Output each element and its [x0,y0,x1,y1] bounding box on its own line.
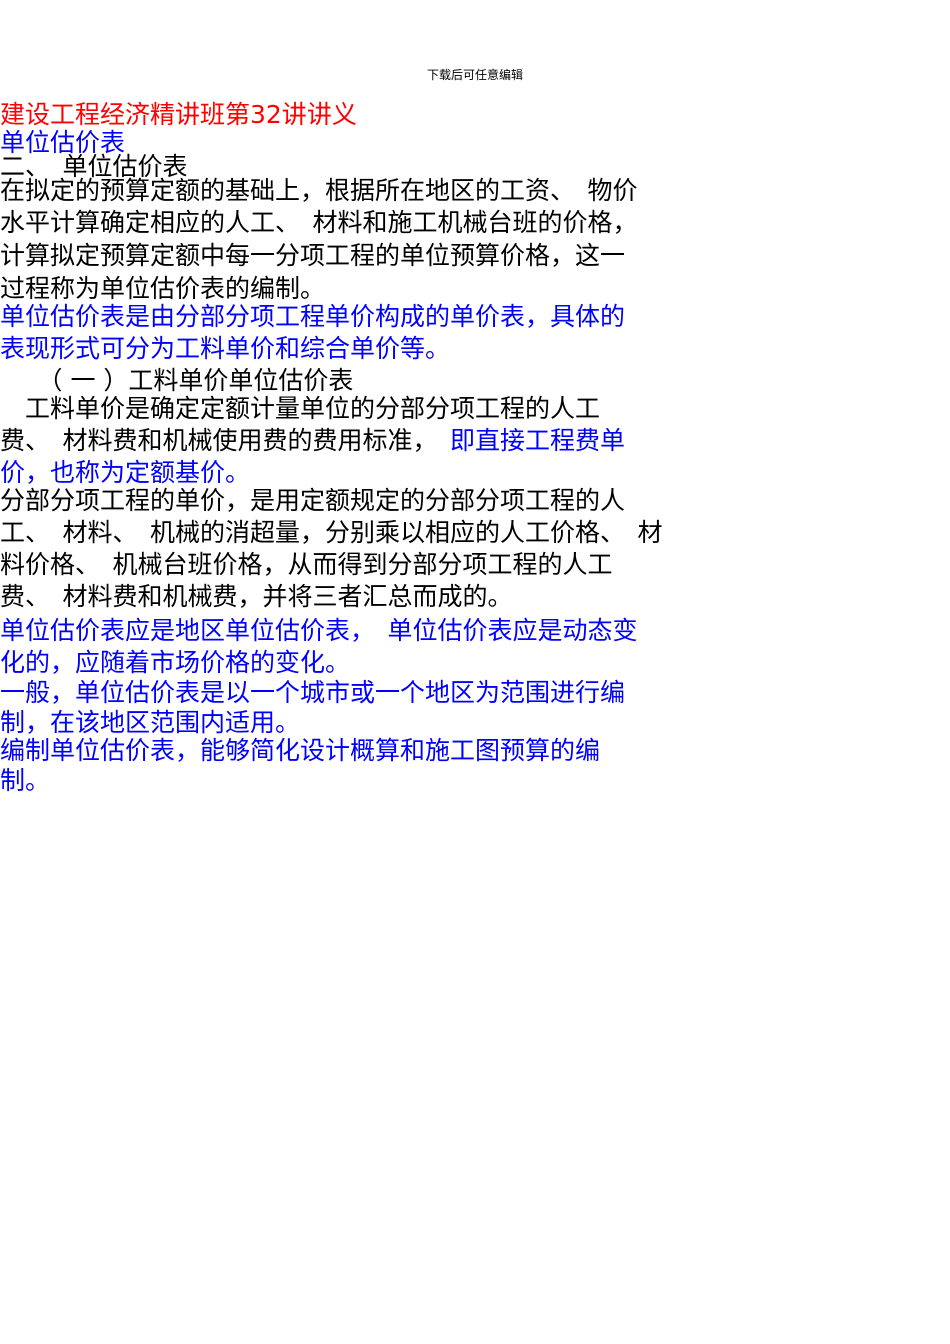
text-line-content: 过程称为单位估价表的编制。 [0,274,326,303]
text-line: 化的，应随着市场价格的变化。 [0,648,350,678]
text-line-content: 单位估价表应是地区单位估价表， 单位估价表应是动态变 [0,616,638,645]
text-line: 分部分项工程的单价，是用定额规定的分部分项工程的人 [0,486,625,516]
text-line: 料价格、 机械台班价格，从而得到分部分项工程的人工 [0,550,613,580]
text-line-content: 价，也称为定额基价。 [0,458,251,487]
text-line-content: 水平计算确定相应的人工、 材料和施工机械台班的价格， [0,208,638,237]
text-line: 过程称为单位估价表的编制。 [0,274,325,304]
text-line: 制，在该地区范围内适用。 [0,708,300,738]
text-line-content: 制，在该地区范围内适用。 [0,708,301,737]
text-line: 建设工程经济精讲班第32讲讲义 [0,100,357,130]
text-line-content: 制。 [0,766,51,795]
text-line-content: 工料单价是确定定额计量单位的分部分项工程的人工 [0,394,601,423]
text-line: 编制单位估价表，能够简化设计概算和施工图预算的编 [0,736,600,766]
text-line-content: 建设工程经济精讲班第32讲讲义 [0,100,357,129]
text-line-content: 编制单位估价表，能够简化设计概算和施工图预算的编 [0,736,601,765]
text-line: 单位估价表应是地区单位估价表， 单位估价表应是动态变 [0,616,638,646]
text-line: 费、 材料费和机械使用费的费用标准， 即直接工程费单 [0,426,625,456]
text-line-content: 费、 材料费和机械使用费的费用标准， [0,426,426,455]
text-line-content: 化的，应随着市场价格的变化。 [0,648,351,677]
text-line-content: 计算拟定预算定额中每一分项工程的单位预算价格，这一 [0,241,626,270]
text-line-content: 分部分项工程的单价，是用定额规定的分部分项工程的人 [0,486,626,515]
text-line: 工、 材料、 机械的消超量，分别乘以相应的人工价格、 材 [0,518,663,548]
text-line: 在拟定的预算定额的基础上，根据所在地区的工资、 物价 [0,176,638,206]
text-line: 水平计算确定相应的人工、 材料和施工机械台班的价格， [0,208,638,238]
text-line: 单位估价表是由分部分项工程单价构成的单价表，具体的 [0,302,625,332]
text-line-content: 工、 材料、 机械的消超量，分别乘以相应的人工价格、 材 [0,518,663,547]
text-line-content: 在拟定的预算定额的基础上，根据所在地区的工资、 物价 [0,176,638,205]
text-line: 计算拟定预算定额中每一分项工程的单位预算价格，这一 [0,241,625,271]
header-note: 下载后可任意编辑 [426,68,523,82]
text-line-content: 表现形式可分为工料单价和综合单价等。 [0,334,451,363]
text-line: 制。 [0,766,50,796]
text-line: 费、 材料费和机械费，并将三者汇总而成的。 [0,582,513,612]
text-line-content: 费、 材料费和机械费，并将三者汇总而成的。 [0,582,513,611]
text-line: （ 一 ）工料单价单位估价表 [0,366,353,396]
text-line: 一般，单位估价表是以一个城市或一个地区为范围进行编 [0,678,625,708]
text-line-emphasis: 即直接工程费单 [425,426,626,455]
text-line: 工料单价是确定定额计量单位的分部分项工程的人工 [0,394,600,424]
text-line-content: （ 一 ）工料单价单位估价表 [0,366,354,395]
text-line: 表现形式可分为工料单价和综合单价等。 [0,334,450,364]
text-line-content: 单位估价表是由分部分项工程单价构成的单价表，具体的 [0,302,626,331]
text-line-content: 一般，单位估价表是以一个城市或一个地区为范围进行编 [0,678,626,707]
text-line: 价，也称为定额基价。 [0,458,250,488]
text-line-content: 料价格、 机械台班价格，从而得到分部分项工程的人工 [0,550,613,579]
